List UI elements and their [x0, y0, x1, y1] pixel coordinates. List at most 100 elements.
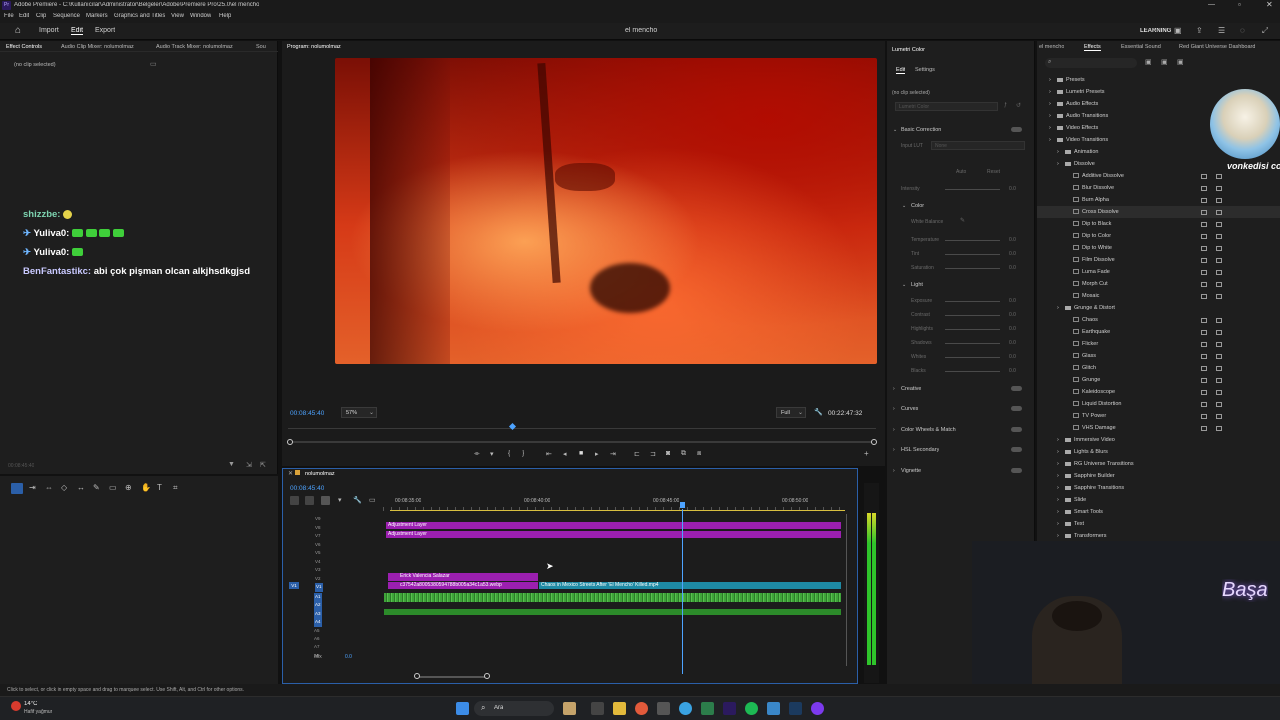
minimize-button[interactable]: —: [1208, 1, 1215, 8]
vr-icon[interactable]: ⧈: [697, 450, 701, 458]
vignette-toggle[interactable]: [1011, 468, 1022, 473]
go-to-out-icon[interactable]: ⇥: [610, 450, 616, 458]
track-select-tool-icon[interactable]: ⇥: [29, 483, 36, 492]
effects-item[interactable]: Grunge: [1037, 374, 1280, 386]
menu-markers[interactable]: Markers: [86, 13, 108, 19]
track-label-v2[interactable]: V2: [315, 575, 323, 584]
clip-icon[interactable]: ⇱: [260, 461, 266, 469]
track-label-v9[interactable]: V9: [315, 515, 323, 524]
curves-toggle[interactable]: [1011, 406, 1022, 411]
track-label-a2[interactable]: A2: [314, 601, 322, 610]
color-wheels-header[interactable]: Color Wheels & Match: [901, 427, 956, 433]
razor-tool-icon[interactable]: ◇: [61, 483, 67, 492]
nest-toggle-icon[interactable]: [290, 496, 299, 505]
track-label-v7[interactable]: V7: [315, 532, 323, 541]
effects-item[interactable]: Morph Cut: [1037, 278, 1280, 290]
timeline-current-time[interactable]: 00:08:45:40: [290, 485, 324, 492]
premiere-taskbar-icon[interactable]: [723, 702, 736, 715]
menu-graphics[interactable]: Graphics and Titles: [114, 13, 165, 19]
menu-clip[interactable]: Clip: [36, 13, 46, 19]
weather-description[interactable]: Hafif yağmur: [24, 709, 52, 715]
close-icon[interactable]: ✕: [288, 470, 293, 477]
news-widget-icon[interactable]: [563, 702, 576, 715]
temperature-slider[interactable]: [945, 240, 1000, 241]
pen-tool-icon[interactable]: ✎: [93, 483, 100, 492]
effects-item[interactable]: Dip to Color: [1037, 230, 1280, 242]
hand-tool-icon[interactable]: ✋: [141, 483, 151, 492]
effects-folder[interactable]: › Immersive Video: [1037, 434, 1280, 446]
hsl-secondary-toggle[interactable]: [1011, 447, 1022, 452]
effects-item[interactable]: Liquid Distortion: [1037, 398, 1280, 410]
steam-icon[interactable]: [789, 702, 802, 715]
close-button[interactable]: ✕: [1266, 0, 1273, 9]
fullscreen-icon[interactable]: ⤢: [1262, 26, 1268, 36]
blacks-slider[interactable]: [945, 371, 1000, 372]
menu-view[interactable]: View: [171, 13, 184, 19]
scroll-handle-left[interactable]: [414, 673, 420, 679]
timeline-playhead-head[interactable]: [680, 502, 685, 508]
effects-item[interactable]: Mosaic: [1037, 290, 1280, 302]
lumetri-tab[interactable]: Lumetri Color: [892, 47, 925, 53]
zoom-dropdown[interactable]: 57% ⌄: [341, 407, 377, 418]
wrench-icon[interactable]: 🔧: [353, 496, 362, 504]
mix-value[interactable]: 0.0: [345, 654, 352, 660]
effects-item[interactable]: TV Power: [1037, 410, 1280, 422]
stop-icon[interactable]: ■: [579, 450, 583, 457]
track-label-v6[interactable]: V6: [315, 541, 323, 550]
tab-essential-sound[interactable]: Essential Sound: [1121, 44, 1161, 50]
menu-window[interactable]: Window: [190, 13, 211, 19]
program-scroll-bar[interactable]: [288, 441, 876, 443]
tab-lumetri-settings[interactable]: Settings: [915, 67, 935, 73]
tab-import[interactable]: Import: [39, 27, 59, 34]
reset-button[interactable]: Reset: [987, 169, 1000, 175]
effects-folder[interactable]: › Text: [1037, 518, 1280, 530]
home-icon[interactable]: ⌂: [15, 25, 21, 36]
add-marker-icon[interactable]: ▾: [490, 450, 494, 458]
audio-clip-a3[interactable]: [384, 609, 841, 615]
effects-folder[interactable]: › Lights & Blurs: [1037, 446, 1280, 458]
chevron-down-icon[interactable]: ⌄: [902, 282, 906, 288]
contrast-value[interactable]: 0.0: [1009, 312, 1016, 318]
snap-icon[interactable]: [305, 496, 314, 505]
auto-button[interactable]: Auto: [956, 169, 966, 175]
effects-folder[interactable]: › Sapphire Builder: [1037, 470, 1280, 482]
camera-icon[interactable]: ◙: [666, 450, 670, 457]
effects-folder[interactable]: › Sapphire Transitions: [1037, 482, 1280, 494]
fx-icon[interactable]: ƒ: [1004, 102, 1007, 108]
curves-header[interactable]: Curves: [901, 406, 918, 412]
eyedropper-icon[interactable]: ✎: [960, 217, 965, 224]
effects-item[interactable]: Dip to Black: [1037, 218, 1280, 230]
effects-item[interactable]: Luma Fade: [1037, 266, 1280, 278]
marker-icon[interactable]: ⌯: [474, 450, 480, 458]
tab-red-giant[interactable]: Red Giant Universe Dashboard: [1179, 44, 1255, 50]
main-video-clip[interactable]: Chaos in Mexico Streets After 'El Mencho…: [539, 582, 841, 589]
spotify-icon[interactable]: [745, 702, 758, 715]
input-lut-dropdown[interactable]: None: [931, 141, 1025, 150]
maximize-button[interactable]: ▫: [1238, 0, 1241, 9]
vignette-header[interactable]: Vignette: [901, 468, 921, 474]
effects-item[interactable]: Glass: [1037, 350, 1280, 362]
caption-tool-icon[interactable]: ⌗: [173, 483, 178, 493]
chrome-icon[interactable]: [635, 702, 648, 715]
track-label-a3[interactable]: A3: [314, 609, 322, 619]
windows-start-icon[interactable]: [456, 702, 469, 715]
file-explorer-icon[interactable]: [613, 702, 626, 715]
chevron-down-icon[interactable]: ⌄: [893, 127, 897, 133]
tab-source[interactable]: Sou: [256, 44, 266, 50]
tab-effects[interactable]: Effects: [1084, 44, 1101, 51]
program-ruler[interactable]: [288, 428, 876, 429]
weather-icon[interactable]: [11, 701, 21, 711]
effects-item[interactable]: Glitch: [1037, 362, 1280, 374]
zoom-tool-icon[interactable]: ⊕: [125, 483, 132, 492]
tab-export[interactable]: Export: [95, 27, 115, 34]
step-forward-icon[interactable]: ▸: [595, 450, 599, 458]
effects-item[interactable]: VHS Damage: [1037, 422, 1280, 434]
shadows-slider[interactable]: [945, 343, 1000, 344]
timeline-playhead-line[interactable]: [682, 509, 683, 674]
type-tool-icon[interactable]: T: [157, 483, 162, 492]
shadows-value[interactable]: 0.0: [1009, 340, 1016, 346]
effects-item[interactable]: Kaleidoscope: [1037, 386, 1280, 398]
tab-lumetri-edit[interactable]: Edit: [896, 67, 906, 74]
discord-icon[interactable]: [811, 702, 824, 715]
32bit-effects-icon[interactable]: ▣: [1161, 58, 1168, 66]
